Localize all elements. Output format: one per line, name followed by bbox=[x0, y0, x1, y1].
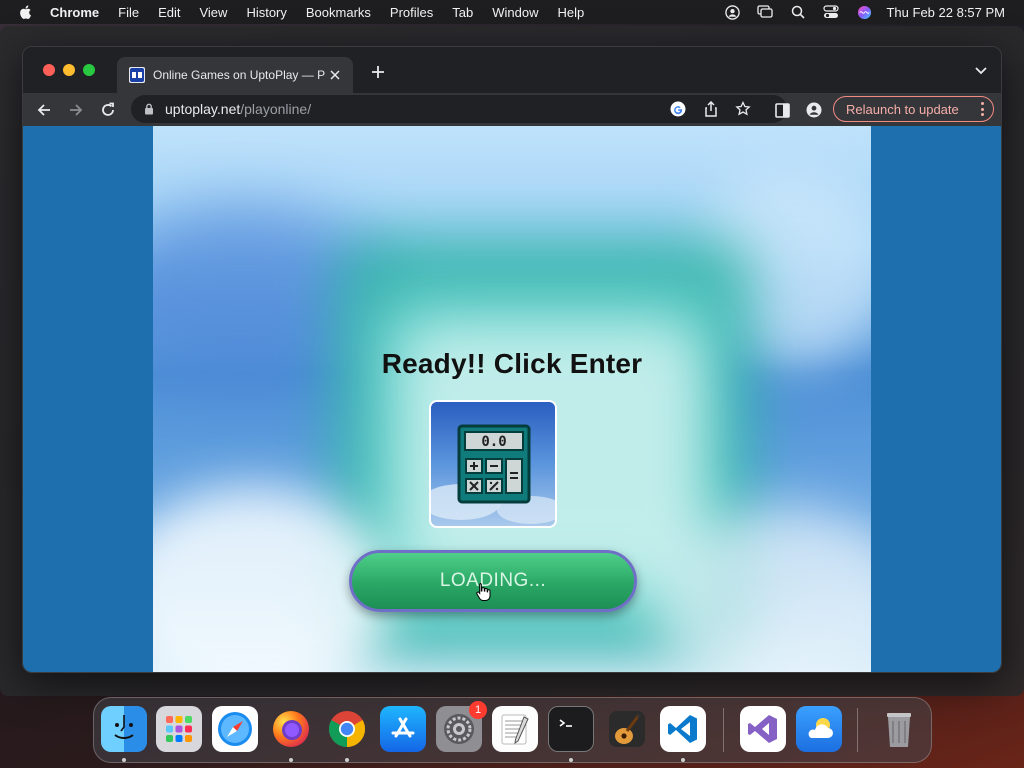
menu-profiles[interactable]: Profiles bbox=[390, 5, 433, 20]
tab-uptoplay[interactable]: Online Games on UptoPlay — P bbox=[117, 57, 353, 93]
menu-clock[interactable]: Thu Feb 22 8:57 PM bbox=[886, 5, 1005, 20]
weather-icon[interactable] bbox=[796, 706, 842, 752]
safari-icon[interactable] bbox=[212, 706, 258, 752]
url-host: uptoplay.net bbox=[165, 101, 241, 117]
menu-history[interactable]: History bbox=[246, 5, 286, 20]
visual-studio-icon[interactable] bbox=[740, 706, 786, 752]
menu-edit[interactable]: Edit bbox=[158, 5, 180, 20]
browser-window: Online Games on UptoPlay — P uptoplay.ne… bbox=[22, 46, 1002, 673]
menu-bookmarks[interactable]: Bookmarks bbox=[306, 5, 371, 20]
close-window-button[interactable] bbox=[43, 64, 55, 76]
garageband-icon[interactable] bbox=[604, 706, 650, 752]
menu-help[interactable]: Help bbox=[558, 5, 585, 20]
tab-strip: Online Games on UptoPlay — P bbox=[23, 47, 1001, 93]
launchpad-icon[interactable] bbox=[156, 706, 202, 752]
screen-mirroring-icon[interactable] bbox=[757, 4, 774, 20]
chrome-menu-icon[interactable] bbox=[979, 102, 985, 116]
page-content: Ready!! Click Enter 0.0 LOADING... bbox=[23, 126, 1001, 672]
siri-icon[interactable] bbox=[856, 4, 872, 20]
address-bar[interactable]: uptoplay.net/playonline/ bbox=[131, 95, 787, 123]
dock: 1 bbox=[93, 697, 932, 763]
textedit-icon[interactable] bbox=[492, 706, 538, 752]
menu-view[interactable]: View bbox=[199, 5, 227, 20]
zoom-window-button[interactable] bbox=[83, 64, 95, 76]
hand-pointer-icon bbox=[476, 583, 491, 601]
terminal-icon[interactable] bbox=[548, 706, 594, 752]
menu-tab[interactable]: Tab bbox=[452, 5, 473, 20]
side-panel-icon[interactable] bbox=[771, 99, 793, 121]
trash-icon[interactable] bbox=[876, 706, 922, 752]
tab-search-chevron-icon[interactable] bbox=[973, 63, 989, 79]
finder-icon[interactable] bbox=[101, 706, 147, 752]
browser-toolbar: uptoplay.net/playonline/ Relaunch to upd… bbox=[23, 93, 1001, 126]
url-path: /playonline/ bbox=[240, 101, 312, 117]
tab-close-icon[interactable] bbox=[327, 67, 343, 83]
reload-icon[interactable] bbox=[97, 99, 119, 121]
firefox-icon[interactable] bbox=[268, 706, 314, 752]
loading-button[interactable]: LOADING... bbox=[349, 550, 637, 612]
bookmark-star-icon[interactable] bbox=[735, 101, 751, 117]
ready-heading: Ready!! Click Enter bbox=[381, 348, 643, 379]
menu-file[interactable]: File bbox=[118, 5, 139, 20]
site-info-lock-icon[interactable] bbox=[143, 103, 155, 115]
settings-update-badge: 1 bbox=[469, 701, 487, 719]
user-account-icon[interactable] bbox=[724, 4, 740, 20]
back-arrow-icon[interactable] bbox=[33, 99, 55, 121]
google-lens-icon[interactable] bbox=[670, 101, 686, 117]
spotlight-search-icon[interactable] bbox=[790, 4, 806, 20]
minimize-window-button[interactable] bbox=[63, 64, 75, 76]
game-canvas[interactable]: Ready!! Click Enter 0.0 LOADING... bbox=[153, 126, 871, 672]
menu-bar: Chrome File Edit View History Bookmarks … bbox=[0, 0, 1024, 24]
new-tab-icon[interactable] bbox=[369, 63, 387, 81]
relaunch-label: Relaunch to update bbox=[846, 101, 959, 117]
apple-menu-icon[interactable] bbox=[18, 4, 34, 20]
uptoplay-favicon-icon bbox=[129, 67, 145, 83]
calculator-app-icon: 0.0 bbox=[429, 400, 557, 528]
chrome-icon[interactable] bbox=[324, 706, 370, 752]
tab-title: Online Games on UptoPlay — P bbox=[153, 68, 326, 82]
control-center-icon[interactable] bbox=[823, 4, 840, 20]
menu-window[interactable]: Window bbox=[492, 5, 538, 20]
profile-avatar-icon[interactable] bbox=[803, 99, 825, 121]
app-store-icon[interactable] bbox=[380, 706, 426, 752]
forward-arrow-icon[interactable] bbox=[65, 99, 87, 121]
vscode-icon[interactable] bbox=[660, 706, 706, 752]
calculator-display: 0.0 bbox=[481, 434, 506, 450]
share-icon[interactable] bbox=[703, 101, 719, 117]
menu-app-name[interactable]: Chrome bbox=[50, 5, 99, 20]
relaunch-to-update-button[interactable]: Relaunch to update bbox=[833, 96, 994, 122]
url-text[interactable]: uptoplay.net/playonline/ bbox=[165, 101, 311, 117]
